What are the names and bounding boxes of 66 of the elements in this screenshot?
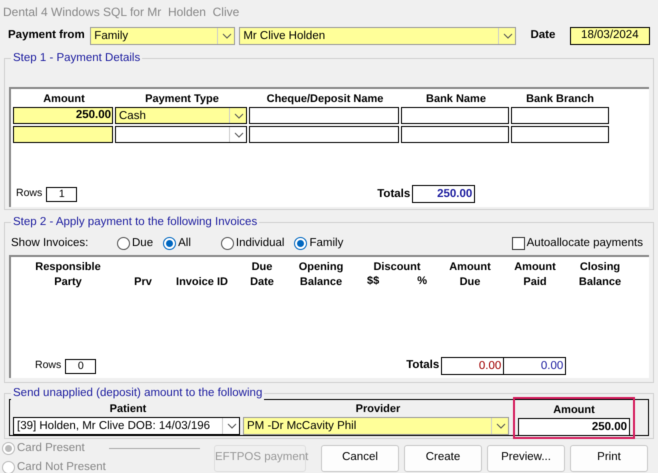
column-header: Amount <box>42 92 86 107</box>
payment-type-dropdown[interactable] <box>115 126 247 144</box>
bank-branch-field[interactable] <box>511 107 609 124</box>
rows-label: Rows <box>35 358 62 374</box>
amount-field[interactable] <box>13 126 113 144</box>
date-label: Date <box>530 28 556 44</box>
rows-count: 0 <box>65 358 96 374</box>
column-header: Bank Branch <box>525 92 595 107</box>
cheque-name-field[interactable] <box>249 126 399 144</box>
column-header: Opening Balance <box>298 260 344 290</box>
dropdown-caret-icon[interactable] <box>234 112 244 119</box>
column-header: Cheque/Deposit Name <box>266 92 384 107</box>
radio-button[interactable]: Individual <box>220 234 284 252</box>
column-header: Discount <box>372 260 422 274</box>
radio-button[interactable]: Due <box>117 234 154 252</box>
totals-label: Totals <box>377 186 410 202</box>
payment-source-dropdown[interactable]: Family <box>90 26 236 45</box>
column-header: Amount Due <box>449 260 491 290</box>
amount-paid-total: 0.00 <box>504 357 566 375</box>
column-header: Invoice ID <box>176 275 228 290</box>
window-title: Dental 4 Windows SQL for Mr Holden Clive <box>3 4 240 21</box>
rows-count: 1 <box>46 186 78 202</box>
totals-label: Totals <box>406 358 440 374</box>
payer-dropdown[interactable]: Mr Clive Holden <box>239 26 516 45</box>
amount-due-total: 0.00 <box>441 357 504 375</box>
column-header: Prv <box>134 275 152 290</box>
dialog-button[interactable]: Cancel <box>321 444 399 472</box>
payment-total: 250.00 <box>412 185 476 204</box>
dropdown-caret-icon[interactable] <box>227 423 237 429</box>
column-header: Provider <box>354 402 402 417</box>
cheque-name-field[interactable] <box>249 107 399 124</box>
dialog-button[interactable]: Print <box>570 444 648 472</box>
group-title: Step 2 - Apply payment to the following Invoices <box>11 215 260 230</box>
payment-from-label: Payment from <box>8 28 86 44</box>
patient-dropdown[interactable]: [39] Holden, Mr Clive DOB: 14/03/196 <box>13 417 240 435</box>
dialog-button[interactable]: Preview... <box>487 444 565 472</box>
dropdown-caret-icon[interactable] <box>222 32 232 39</box>
dropdown-caret-icon[interactable] <box>503 32 514 39</box>
show-invoices-label: Show Invoices: <box>10 236 90 251</box>
deposit-amount-field[interactable]: 250.00 <box>518 418 630 436</box>
autoallocate-checkbox[interactable]: Autoallocate payments <box>512 234 643 252</box>
column-header: Responsible Party <box>35 260 101 290</box>
dropdown-caret-icon[interactable] <box>234 132 244 138</box>
bank-branch-field[interactable] <box>511 126 609 144</box>
column-header: Closing Balance <box>578 260 622 290</box>
group-title: Step 1 - Payment Details <box>11 51 142 66</box>
radio-button[interactable]: Family <box>294 234 344 252</box>
dropdown-caret-icon[interactable] <box>496 423 506 429</box>
column-header: Due Date <box>250 260 274 290</box>
rows-label: Rows <box>16 186 42 202</box>
group-title: Send unapplied (deposit) amount to the following <box>11 386 264 401</box>
column-header: Amount <box>552 403 596 418</box>
payment-type-dropdown[interactable]: Cash <box>115 107 247 124</box>
date-field[interactable]: 18/03/2024 <box>570 26 650 45</box>
provider-dropdown[interactable]: PM -Dr McCavity Phil <box>243 417 509 435</box>
column-header: Bank Name <box>425 92 487 107</box>
column-header: Amount Paid <box>514 260 556 290</box>
column-subheader: $$ <box>367 274 380 288</box>
amount-field[interactable]: 250.00 <box>13 107 113 124</box>
bank-name-field[interactable] <box>401 107 509 124</box>
dialog-button[interactable]: Create <box>404 444 482 472</box>
radio-button[interactable]: All <box>163 234 191 252</box>
column-subheader: % <box>417 274 427 288</box>
bank-name-field[interactable] <box>401 126 509 144</box>
column-header: Payment Type <box>144 92 220 107</box>
column-header: Patient <box>108 402 148 417</box>
